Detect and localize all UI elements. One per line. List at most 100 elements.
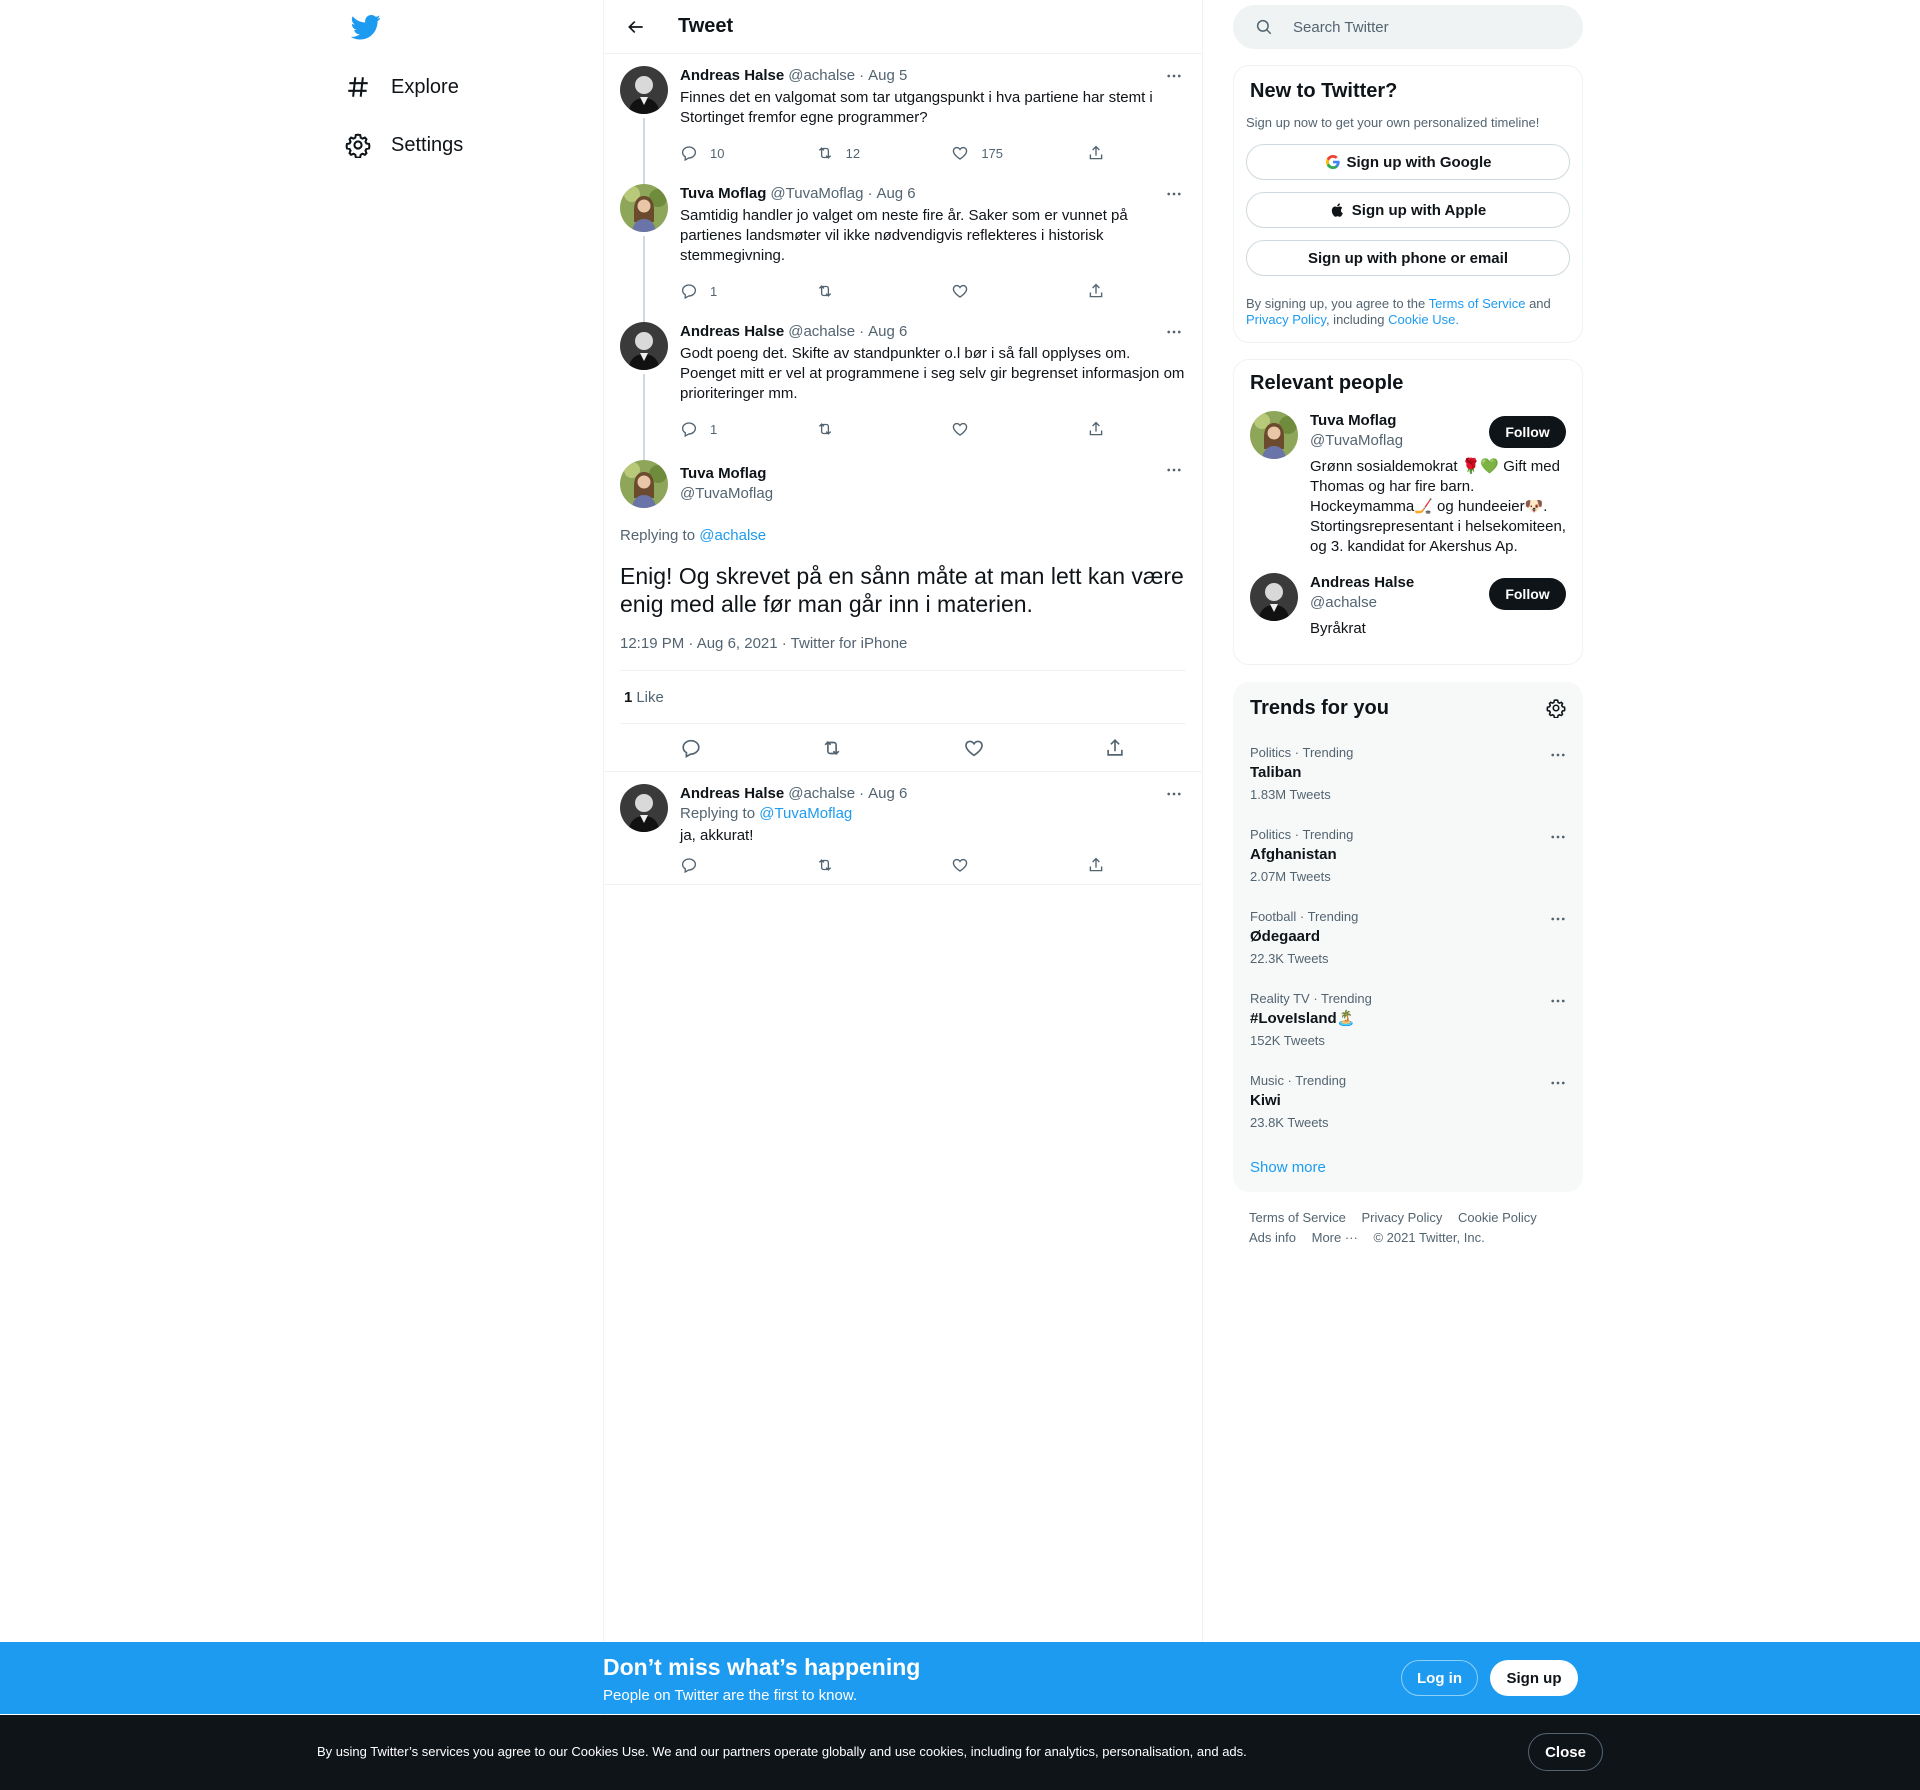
search-box[interactable] — [1233, 5, 1583, 49]
retweet-button[interactable] — [816, 856, 876, 874]
trends-card: Trends for you Politics · Trending Talib… — [1233, 682, 1583, 1192]
author-handle[interactable]: @achalse — [788, 784, 855, 804]
search-input[interactable] — [1293, 18, 1553, 36]
avatar[interactable] — [1250, 573, 1298, 621]
tweet-date[interactable]: Aug 6 — [868, 784, 907, 804]
back-button[interactable] — [618, 9, 654, 45]
author-name[interactable]: Andreas Halse — [680, 322, 784, 342]
person-item[interactable]: Follow Andreas Halse @achalse Byråkrat — [1250, 573, 1566, 639]
trend-item[interactable]: Football · Trending Ødegaard 22.3K Tweet… — [1234, 897, 1582, 979]
trend-item[interactable]: Politics · Trending Afghanistan 2.07M Tw… — [1234, 815, 1582, 897]
avatar[interactable] — [620, 784, 668, 832]
follow-button[interactable]: Follow — [1489, 578, 1566, 610]
share-icon — [1087, 420, 1105, 438]
reply-button[interactable]: 1 — [680, 282, 740, 300]
twitter-bird-icon[interactable] — [351, 12, 381, 42]
trends-settings-gear-icon[interactable] — [1546, 698, 1566, 718]
author-name[interactable]: Tuva Moflag — [680, 184, 766, 204]
likes-summary[interactable]: 1 Like — [620, 671, 1186, 724]
author-handle[interactable]: @achalse — [788, 66, 855, 86]
share-button[interactable] — [1085, 737, 1145, 759]
retweet-button[interactable] — [802, 737, 862, 759]
signup-button[interactable]: Sign up — [1490, 1660, 1578, 1696]
thread-tweet[interactable]: Andreas Halse @achalse · Aug 5 Finnes de… — [604, 54, 1202, 184]
footer-terms-link[interactable]: Terms of Service — [1249, 1210, 1346, 1225]
share-button[interactable] — [1087, 420, 1105, 438]
retweet-button[interactable] — [816, 420, 876, 438]
retweet-button[interactable] — [816, 282, 876, 300]
trend-item[interactable]: Music · Trending Kiwi 23.8K Tweets — [1234, 1061, 1582, 1143]
author-name[interactable]: Tuva Moflag — [680, 464, 773, 484]
cookie-use-link[interactable]: Cookie Use. — [1388, 312, 1459, 327]
footer-cookie-link[interactable]: Cookie Policy — [1458, 1210, 1537, 1225]
trend-name: Kiwi — [1250, 1092, 1281, 1109]
like-button[interactable]: 175 — [951, 144, 1011, 162]
like-button[interactable] — [951, 282, 1011, 300]
avatar[interactable] — [1250, 411, 1298, 459]
retweet-icon — [816, 144, 834, 162]
author-handle[interactable]: @TuvaMoflag — [770, 184, 863, 204]
trend-more-button[interactable] — [1546, 745, 1570, 765]
like-button[interactable] — [944, 737, 1004, 759]
avatar[interactable] — [620, 66, 668, 114]
terms-link[interactable]: Terms of Service — [1429, 296, 1526, 311]
trend-item[interactable]: Politics · Trending Taliban 1.83M Tweets — [1234, 733, 1582, 815]
share-button[interactable] — [1087, 856, 1105, 874]
footer-more-link[interactable]: More ··· — [1312, 1230, 1358, 1245]
author-handle[interactable]: @achalse — [788, 322, 855, 342]
like-button[interactable] — [951, 420, 1011, 438]
author-name[interactable]: Andreas Halse — [680, 66, 784, 86]
reply-button[interactable] — [680, 856, 740, 874]
avatar[interactable] — [620, 184, 668, 232]
nav-settings[interactable]: Settings — [345, 120, 463, 170]
author-handle[interactable]: @TuvaMoflag — [680, 484, 773, 504]
follow-button[interactable]: Follow — [1489, 416, 1566, 448]
person-bio: Byråkrat — [1310, 620, 1366, 637]
signup-apple-button[interactable]: Sign up with Apple — [1246, 192, 1570, 228]
nav-explore[interactable]: Explore — [345, 62, 459, 112]
more-options-button[interactable] — [1162, 66, 1186, 86]
trend-item[interactable]: Reality TV · Trending #LoveIsland🏝️ 152K… — [1234, 979, 1582, 1061]
reply-tweet[interactable]: Andreas Halse @achalse · Aug 6 Replying … — [604, 772, 1202, 885]
more-options-button[interactable] — [1162, 784, 1186, 804]
share-button[interactable] — [1087, 144, 1105, 162]
tweet-date[interactable]: Aug 6 — [876, 184, 915, 204]
trend-more-button[interactable] — [1546, 991, 1570, 1011]
footer-ads-link[interactable]: Ads info — [1249, 1230, 1296, 1245]
reply-button[interactable] — [661, 737, 721, 759]
like-button[interactable] — [951, 856, 1011, 874]
thread-tweet[interactable]: Andreas Halse @achalse · Aug 6 Godt poen… — [604, 310, 1202, 460]
person-item[interactable]: Follow Tuva Moflag @TuvaMoflag Grønn sos… — [1250, 411, 1566, 557]
trend-more-button[interactable] — [1546, 909, 1570, 929]
more-icon — [1165, 185, 1183, 203]
show-more-link[interactable]: Show more — [1234, 1143, 1582, 1192]
tweet-date[interactable]: Aug 6 — [868, 322, 907, 342]
reply-icon — [680, 144, 698, 162]
signup-google-button[interactable]: Sign up with Google — [1246, 144, 1570, 180]
more-options-button[interactable] — [1162, 460, 1186, 480]
trend-more-button[interactable] — [1546, 827, 1570, 847]
thread-tweet[interactable]: Tuva Moflag @TuvaMoflag · Aug 6 Samtidig… — [604, 172, 1202, 322]
privacy-link[interactable]: Privacy Policy — [1246, 312, 1326, 327]
tweet-actions: 10 12 175 — [680, 138, 1105, 172]
reply-button[interactable]: 1 — [680, 420, 740, 438]
share-button[interactable] — [1087, 282, 1105, 300]
more-options-button[interactable] — [1162, 184, 1186, 204]
share-icon — [1104, 737, 1126, 759]
avatar[interactable] — [620, 322, 668, 370]
replying-to-link[interactable]: @achalse — [699, 527, 766, 544]
login-button[interactable]: Log in — [1401, 1660, 1478, 1696]
reply-button[interactable]: 10 — [680, 144, 740, 162]
tweet-date[interactable]: Aug 5 — [868, 66, 907, 86]
tweet-timestamp[interactable]: 12:19 PM · Aug 6, 2021 · Twitter for iPh… — [620, 634, 1186, 671]
signup-phone-email-button[interactable]: Sign up with phone or email — [1246, 240, 1570, 276]
trend-more-button[interactable] — [1546, 1073, 1570, 1093]
footer-privacy-link[interactable]: Privacy Policy — [1361, 1210, 1442, 1225]
replying-to-link[interactable]: @TuvaMoflag — [759, 805, 852, 822]
author-name[interactable]: Andreas Halse — [680, 784, 784, 804]
more-options-button[interactable] — [1162, 322, 1186, 342]
avatar[interactable] — [620, 460, 668, 508]
cookie-close-button[interactable]: Close — [1528, 1733, 1603, 1771]
reply-count: 1 — [710, 283, 718, 299]
retweet-button[interactable]: 12 — [816, 144, 876, 162]
